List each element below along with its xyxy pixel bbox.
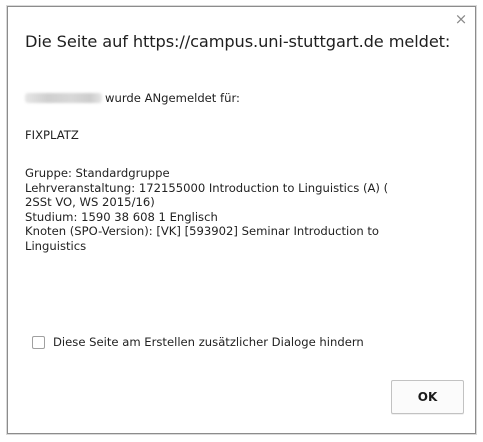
suppress-dialogs-label: Diese Seite am Erstellen zusätzlicher Di…	[53, 335, 364, 349]
alert-dialog: × Die Seite auf https://campus.uni-stutt…	[7, 6, 476, 434]
placement-text: FIXPLATZ	[25, 128, 79, 142]
dialog-title: Die Seite auf https://campus.uni-stuttga…	[25, 32, 451, 51]
registered-text: wurde ANgemeldet für:	[105, 91, 240, 105]
detail-line-node-cont: Linguistics	[25, 238, 87, 253]
ok-button[interactable]: OK	[391, 380, 464, 414]
detail-line-study: Studium: 1590 38 608 1 Englisch	[25, 209, 218, 224]
detail-line-group: Gruppe: Standardgruppe	[25, 166, 170, 180]
details-block: Gruppe: Standardgruppe Lehrveranstaltung…	[25, 166, 465, 253]
detail-line-course: Lehrveranstaltung: 172155000 Introductio…	[25, 180, 389, 195]
suppress-dialogs-option[interactable]: Diese Seite am Erstellen zusätzlicher Di…	[32, 335, 364, 349]
detail-line-course-cont: 2SSt VO, WS 2015/16)	[25, 195, 155, 209]
redacted-username	[25, 93, 102, 103]
registration-line: wurde ANgemeldet für:	[25, 91, 240, 106]
close-icon[interactable]: ×	[454, 12, 468, 27]
suppress-dialogs-checkbox[interactable]	[32, 335, 45, 349]
detail-line-node: Knoten (SPO-Version): [VK] [593902] Semi…	[25, 224, 380, 238]
